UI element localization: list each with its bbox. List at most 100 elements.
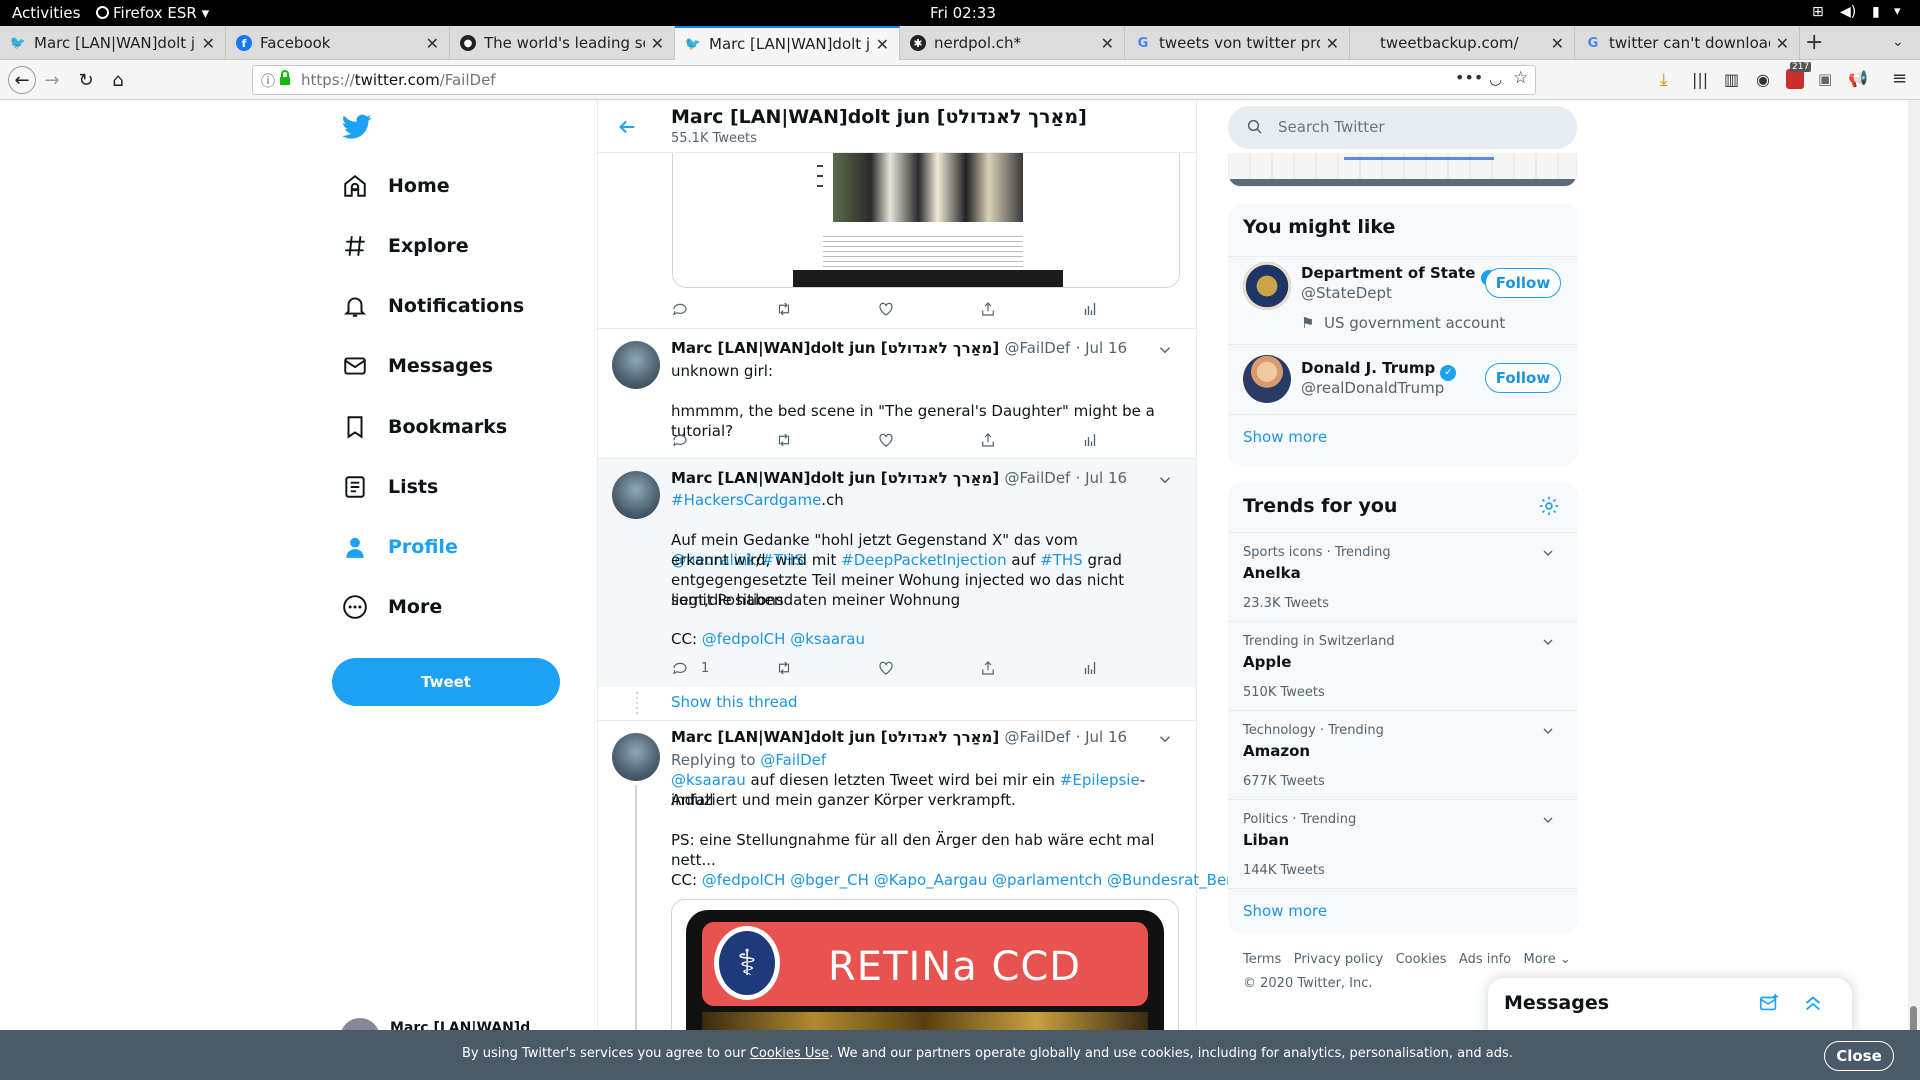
nav-profile[interactable]: Profile: [342, 527, 458, 567]
twitter-logo-icon[interactable]: [342, 114, 372, 144]
hashtag-link[interactable]: #Epilepsie: [1060, 771, 1140, 789]
show-more-link[interactable]: Show more: [1243, 902, 1327, 920]
chevron-down-icon[interactable]: [1156, 471, 1174, 489]
retweet-icon[interactable]: [775, 300, 793, 318]
tweet-date[interactable]: · Jul 16: [1076, 339, 1128, 357]
bookmark-star-icon[interactable]: ☆: [1513, 68, 1528, 88]
chevron-down-icon[interactable]: [1540, 723, 1556, 739]
nav-notifications[interactable]: Notifications: [342, 286, 524, 326]
more-link[interactable]: More ⌄: [1524, 952, 1571, 967]
account-name[interactable]: Department of State ✓: [1301, 264, 1497, 286]
tweet-1[interactable]: Marc [LAN|WAN]dolt jun [מאַרך לאנדולט] @…: [598, 329, 1196, 459]
close-tab-icon[interactable]: ✕: [1101, 34, 1114, 53]
chevron-down-icon[interactable]: [1156, 341, 1174, 359]
volume-icon[interactable]: ◀): [1840, 4, 1856, 20]
retweet-icon[interactable]: [775, 659, 793, 677]
mention-link[interactable]: @bger_CH: [790, 871, 869, 889]
like-heart-icon[interactable]: [877, 300, 895, 318]
mention-link[interactable]: @ksaarau: [790, 630, 865, 648]
tab-tweetbackup[interactable]: tweetbackup.com/ ✕: [1350, 26, 1575, 60]
author-name[interactable]: Marc [LAN|WAN]dolt jun [מאַרך לאנדולט]: [671, 728, 999, 746]
nav-lists[interactable]: Lists: [342, 467, 438, 507]
extension-icon[interactable]: ▣: [1818, 70, 1832, 88]
close-tab-icon[interactable]: ✕: [1326, 34, 1339, 53]
show-more-link[interactable]: Show more: [1243, 428, 1327, 446]
hamburger-menu-icon[interactable]: ≡: [1892, 68, 1907, 89]
hashtag-link[interactable]: #DeepPacketInjection: [841, 551, 1006, 569]
show-more-row[interactable]: Show more: [1228, 888, 1578, 933]
close-cookie-button[interactable]: Close: [1824, 1041, 1894, 1071]
trump-avatar[interactable]: [1243, 355, 1291, 403]
like-heart-icon[interactable]: [877, 431, 895, 449]
clock[interactable]: Fri 02:33: [930, 4, 996, 22]
close-tab-icon[interactable]: ✕: [426, 34, 439, 53]
ublock-icon[interactable]: [1786, 69, 1804, 89]
page-scrollbar-track[interactable]: [1908, 100, 1920, 1042]
author-avatar[interactable]: [612, 341, 660, 389]
sidebar-toggle-icon[interactable]: ▥: [1724, 70, 1739, 89]
page-actions-icon[interactable]: •••: [1455, 68, 1483, 87]
like-heart-icon[interactable]: [877, 659, 895, 677]
author-name[interactable]: Marc [LAN|WAN]dolt jun [מאַרך לאנדולט]: [671, 469, 999, 487]
account-handle[interactable]: @realDonaldTrump: [1301, 379, 1444, 397]
url-bar[interactable]: ⓘ https://twitter.com/FailDef ••• ◡ ☆: [252, 65, 1536, 95]
trend-item[interactable]: Sports icons · Trending Anelka 23.3K Twe…: [1228, 532, 1578, 621]
library-icon[interactable]: |||: [1692, 70, 1708, 89]
mention-link[interactable]: @Kapo_Aargau: [874, 871, 988, 889]
tab-list-chevron-icon[interactable]: ⌄: [1892, 34, 1904, 50]
tab-facebook[interactable]: f Facebook ✕: [226, 26, 450, 60]
mention-link[interactable]: @fedpolCH: [702, 630, 786, 648]
tweet-date[interactable]: · Jul 16: [1076, 728, 1128, 746]
megaphone-icon[interactable]: 📢: [1848, 69, 1868, 88]
battery-icon[interactable]: ▮: [1872, 4, 1880, 20]
reply-icon[interactable]: [671, 300, 689, 318]
trend-item[interactable]: Politics · Trending Liban 144K Tweets: [1228, 799, 1578, 888]
author-avatar[interactable]: [612, 733, 660, 781]
reload-icon[interactable]: ↻: [74, 68, 98, 92]
pocket-icon[interactable]: ◡: [1489, 70, 1502, 88]
privacy-link[interactable]: Privacy policy: [1294, 952, 1383, 967]
tab-nerdpol[interactable]: ✱ nerdpol.ch* ✕: [900, 26, 1125, 60]
forward-arrow-icon[interactable]: →: [40, 68, 64, 92]
cookies-link[interactable]: Cookies: [1396, 952, 1447, 967]
new-message-icon[interactable]: [1758, 992, 1780, 1014]
media-thumbnail-strip[interactable]: [1228, 153, 1577, 187]
author-handle[interactable]: @FailDef: [1004, 469, 1070, 487]
mention-link[interactable]: @Bundesrat_Bern: [1107, 871, 1242, 889]
author-handle[interactable]: @FailDef: [1004, 339, 1070, 357]
tweet-button[interactable]: Tweet: [332, 658, 560, 706]
show-thread-link[interactable]: Show this thread: [671, 693, 798, 711]
home-icon[interactable]: ⌂: [106, 68, 130, 92]
share-icon[interactable]: [979, 431, 997, 449]
follow-button[interactable]: Follow: [1485, 268, 1561, 298]
analytics-icon[interactable]: [1081, 659, 1099, 677]
author-avatar[interactable]: [612, 471, 660, 519]
tweet-date[interactable]: · Jul 16: [1076, 469, 1128, 487]
author-handle[interactable]: @FailDef: [1004, 728, 1070, 746]
account-name[interactable]: Donald J. Trump ✓: [1301, 359, 1457, 381]
account-handle[interactable]: @StateDept: [1301, 284, 1392, 302]
chevron-down-icon[interactable]: [1540, 812, 1556, 828]
nav-explore[interactable]: Explore: [342, 226, 469, 266]
system-menu-arrow-icon[interactable]: ▾: [1894, 4, 1901, 19]
chevron-down-icon[interactable]: [1156, 730, 1174, 748]
hashtag-link[interactable]: #HackersCardgame: [671, 491, 821, 509]
reply-button[interactable]: 1: [671, 659, 709, 677]
new-tab-plus-icon[interactable]: +: [1805, 30, 1823, 55]
analytics-icon[interactable]: [1081, 431, 1099, 449]
nav-messages[interactable]: Messages: [342, 346, 493, 386]
share-icon[interactable]: [979, 300, 997, 318]
hashtag-link[interactable]: #THS: [1040, 551, 1083, 569]
tab-github[interactable]: ● The world's leading softw ✕: [450, 26, 675, 60]
close-tab-icon[interactable]: ✕: [1776, 34, 1789, 53]
search-box[interactable]: Search Twitter: [1228, 106, 1577, 149]
trend-item[interactable]: Technology · Trending Amazon 677K Tweets: [1228, 710, 1578, 799]
mention-link[interactable]: @FailDef: [760, 751, 826, 769]
trend-item[interactable]: Trending in Switzerland Apple 510K Tweet…: [1228, 621, 1578, 710]
close-tab-icon[interactable]: ✕: [876, 35, 889, 54]
tab-twitter-active[interactable]: 🐦 Marc [LAN|WAN]dolt jun ✕: [675, 26, 900, 60]
follow-button[interactable]: Follow: [1485, 363, 1561, 393]
download-icon[interactable]: ⤓: [1660, 70, 1668, 90]
tweet-media-screenshot[interactable]: [672, 152, 1180, 288]
ads-info-link[interactable]: Ads info: [1459, 952, 1511, 967]
